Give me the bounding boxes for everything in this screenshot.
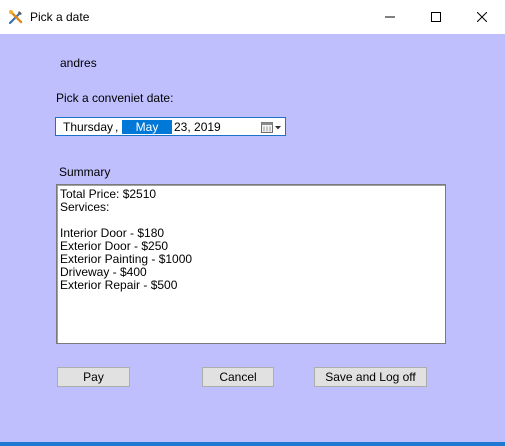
minimize-icon [385,16,395,18]
date-separator: , [115,120,119,134]
window-bottom-border [0,442,505,446]
cancel-button[interactable]: Cancel [202,367,274,387]
date-month[interactable]: May [122,120,172,134]
date-weekday[interactable]: Thursday [63,120,113,134]
date-picker[interactable]: Thursday , May 23, 2019 [55,117,286,136]
summary-line: Services: [60,200,110,214]
close-icon [477,12,487,22]
minimize-button[interactable] [367,0,413,34]
summary-line: Driveway - $400 [60,265,147,279]
calendar-dropdown-icon [261,122,281,133]
window-title: Pick a date [30,10,90,24]
calendar-dropdown-button[interactable] [261,120,283,134]
summary-line: Exterior Painting - $1000 [60,252,193,266]
summary-label: Summary [59,165,111,179]
date-day-year[interactable]: 23, 2019 [174,120,221,134]
save-and-log-off-button[interactable]: Save and Log off [314,367,427,387]
tools-icon [8,10,23,25]
maximize-button[interactable] [413,0,459,34]
summary-line: Exterior Repair - $500 [60,278,178,292]
close-button[interactable] [459,0,505,34]
title-bar[interactable]: Pick a date [0,0,505,34]
summary-line: Total Price: $2510 [60,187,157,201]
pay-button[interactable]: Pay [57,367,130,387]
summary-line: Interior Door - $180 [60,226,165,240]
summary-textbox[interactable]: Total Price: $2510 Services: Interior Do… [56,184,446,344]
summary-line: Exterior Door - $250 [60,239,169,253]
maximize-icon [431,12,441,22]
date-prompt-label: Pick a conveniet date: [56,91,174,105]
username-label: andres [60,56,97,70]
